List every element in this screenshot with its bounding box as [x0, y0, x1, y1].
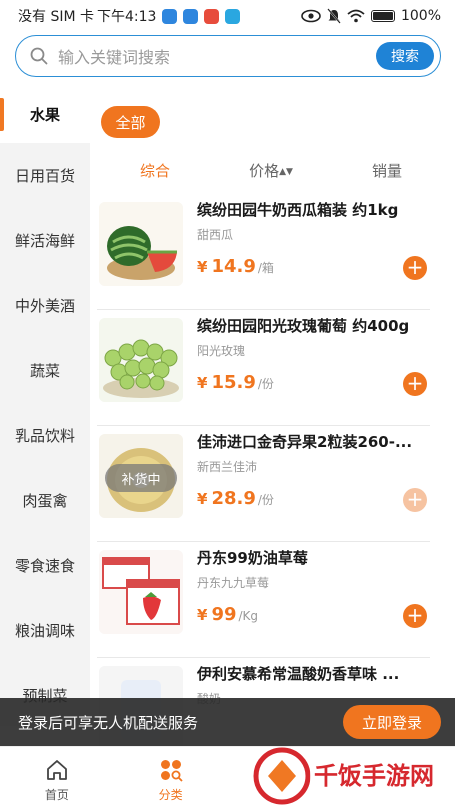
- sidebar-item-fruit[interactable]: 水果: [0, 86, 90, 143]
- calendar-notification-icon: [204, 8, 220, 24]
- carrier-text: 没有 SIM 卡: [18, 9, 94, 25]
- sidebar-item-wine[interactable]: 中外美酒: [0, 273, 90, 338]
- product-subtitle: 阳光玫瑰: [197, 344, 246, 358]
- add-to-cart-button[interactable]: +: [403, 372, 427, 396]
- status-bar: 没有 SIM 卡 下午4:13 100%: [0, 0, 455, 32]
- search-notification-icon: [225, 8, 241, 24]
- nav-category[interactable]: 分类: [114, 747, 228, 806]
- currency-symbol: ¥: [197, 374, 208, 392]
- bottom-nav: 首页 分类: [0, 746, 455, 806]
- sidebar-item-seafood[interactable]: 鲜活海鲜: [0, 208, 90, 273]
- mute-bell-icon: [327, 8, 341, 24]
- product-title[interactable]: 佳沛进口金奇异果2粒装260-...: [197, 431, 429, 452]
- nav-mine[interactable]: [341, 747, 455, 806]
- battery-text: 100%: [400, 8, 441, 24]
- watermelon-image: [99, 202, 183, 286]
- login-banner-text: 登录后可享无人机配送服务: [18, 713, 199, 732]
- grapes-image: [99, 318, 183, 402]
- currency-symbol: ¥: [197, 490, 208, 508]
- sort-comprehensive[interactable]: 综合: [97, 160, 213, 186]
- product-title[interactable]: 伊利安慕希常温酸奶香草味 ...: [197, 663, 429, 684]
- price-value: 99: [211, 604, 237, 625]
- login-button[interactable]: 立即登录: [343, 705, 441, 739]
- battery-icon: [370, 10, 395, 22]
- sort-price[interactable]: 价格▲▼: [213, 160, 329, 186]
- product-image-watermelon[interactable]: [99, 202, 183, 286]
- category-icon: [160, 760, 183, 782]
- sort-sales[interactable]: 销量: [329, 160, 445, 186]
- search-icon: [30, 47, 48, 65]
- sidebar-item-daily[interactable]: 日用百货: [0, 143, 90, 208]
- product-title[interactable]: 缤纷田园牛奶西瓜箱装 约1kg: [197, 199, 429, 220]
- sort-bar: 综合 价格▲▼ 销量: [97, 160, 445, 186]
- nav-cart[interactable]: [228, 747, 342, 806]
- sidebar-item-grain-oil[interactable]: 粮油调味: [0, 598, 90, 663]
- price-value: 14.9: [211, 256, 256, 277]
- search-bar[interactable]: 输入关键词搜索 搜索: [15, 35, 441, 77]
- currency-symbol: ¥: [197, 258, 208, 276]
- product-image-kiwi[interactable]: 补货中: [99, 434, 183, 518]
- add-to-cart-button-disabled[interactable]: +: [403, 488, 427, 512]
- time-text: 下午4:13: [97, 9, 157, 25]
- currency-symbol: ¥: [197, 606, 208, 624]
- product-card[interactable]: 缤纷田园牛奶西瓜箱装 约1kg 甜西瓜 ¥14.9/箱 +: [97, 194, 430, 310]
- product-price: ¥28.9/份: [197, 488, 274, 509]
- price-unit: /箱: [257, 261, 274, 275]
- plus-icon: +: [406, 487, 424, 511]
- status-left: 没有 SIM 卡 下午4:13: [18, 6, 241, 26]
- restock-badge: 补货中: [105, 464, 177, 492]
- nav-home[interactable]: 首页: [0, 747, 114, 806]
- add-to-cart-button[interactable]: +: [403, 604, 427, 628]
- price-value: 15.9: [211, 372, 256, 393]
- price-unit: /份: [257, 493, 274, 507]
- plus-icon: +: [406, 603, 424, 627]
- eye-icon: [301, 9, 321, 23]
- filter-chip-all[interactable]: 全部: [101, 106, 160, 138]
- product-subtitle: 丹东九九草莓: [197, 576, 270, 590]
- price-unit: /Kg: [238, 609, 259, 623]
- product-price: ¥15.9/份: [197, 372, 274, 393]
- search-button[interactable]: 搜索: [376, 42, 434, 70]
- category-sidebar: 水果 日用百货 鲜活海鲜 中外美酒 蔬菜 乳品饮料 肉蛋禽 零食速食 粮油调味 …: [0, 86, 90, 726]
- product-card[interactable]: 缤纷田园阳光玫瑰葡萄 约400g 阳光玫瑰 ¥15.9/份 +: [97, 310, 430, 426]
- sidebar-item-snacks[interactable]: 零食速食: [0, 533, 90, 598]
- product-card[interactable]: 丹东99奶油草莓 丹东九九草莓 ¥99/Kg +: [97, 542, 430, 658]
- product-title[interactable]: 丹东99奶油草莓: [197, 547, 429, 568]
- login-banner: 登录后可享无人机配送服务 立即登录: [0, 698, 455, 746]
- home-icon: [46, 760, 67, 780]
- search-input[interactable]: 输入关键词搜索: [58, 44, 376, 68]
- price-unit: /份: [257, 377, 274, 391]
- add-to-cart-button[interactable]: +: [403, 256, 427, 280]
- strawberry-box-image: [99, 550, 183, 634]
- sidebar-item-dairy[interactable]: 乳品饮料: [0, 403, 90, 468]
- sort-price-label: 价格: [249, 162, 280, 180]
- nav-category-label: 分类: [158, 788, 183, 802]
- product-price: ¥99/Kg: [197, 604, 258, 625]
- product-price: ¥14.9/箱: [197, 256, 274, 277]
- plus-icon: +: [406, 371, 424, 395]
- wifi-icon: [347, 9, 365, 23]
- status-right: 100%: [301, 8, 441, 24]
- product-image-strawberry[interactable]: [99, 550, 183, 634]
- plus-icon: +: [406, 255, 424, 279]
- product-image-grapes[interactable]: [99, 318, 183, 402]
- sidebar-item-vegetables[interactable]: 蔬菜: [0, 338, 90, 403]
- sort-arrows-icon: ▲▼: [279, 167, 293, 177]
- product-subtitle: 甜西瓜: [197, 228, 234, 242]
- nav-home-label: 首页: [44, 788, 69, 802]
- cloud-notification-icon: [162, 8, 178, 24]
- price-value: 28.9: [211, 488, 256, 509]
- product-card[interactable]: 补货中 佳沛进口金奇异果2粒装260-... 新西兰佳沛 ¥28.9/份 +: [97, 426, 430, 542]
- product-subtitle: 新西兰佳沛: [197, 460, 258, 474]
- cloud-notification-icon-2: [183, 8, 199, 24]
- product-title[interactable]: 缤纷田园阳光玫瑰葡萄 约400g: [197, 315, 429, 336]
- sidebar-item-meat-eggs[interactable]: 肉蛋禽: [0, 468, 90, 533]
